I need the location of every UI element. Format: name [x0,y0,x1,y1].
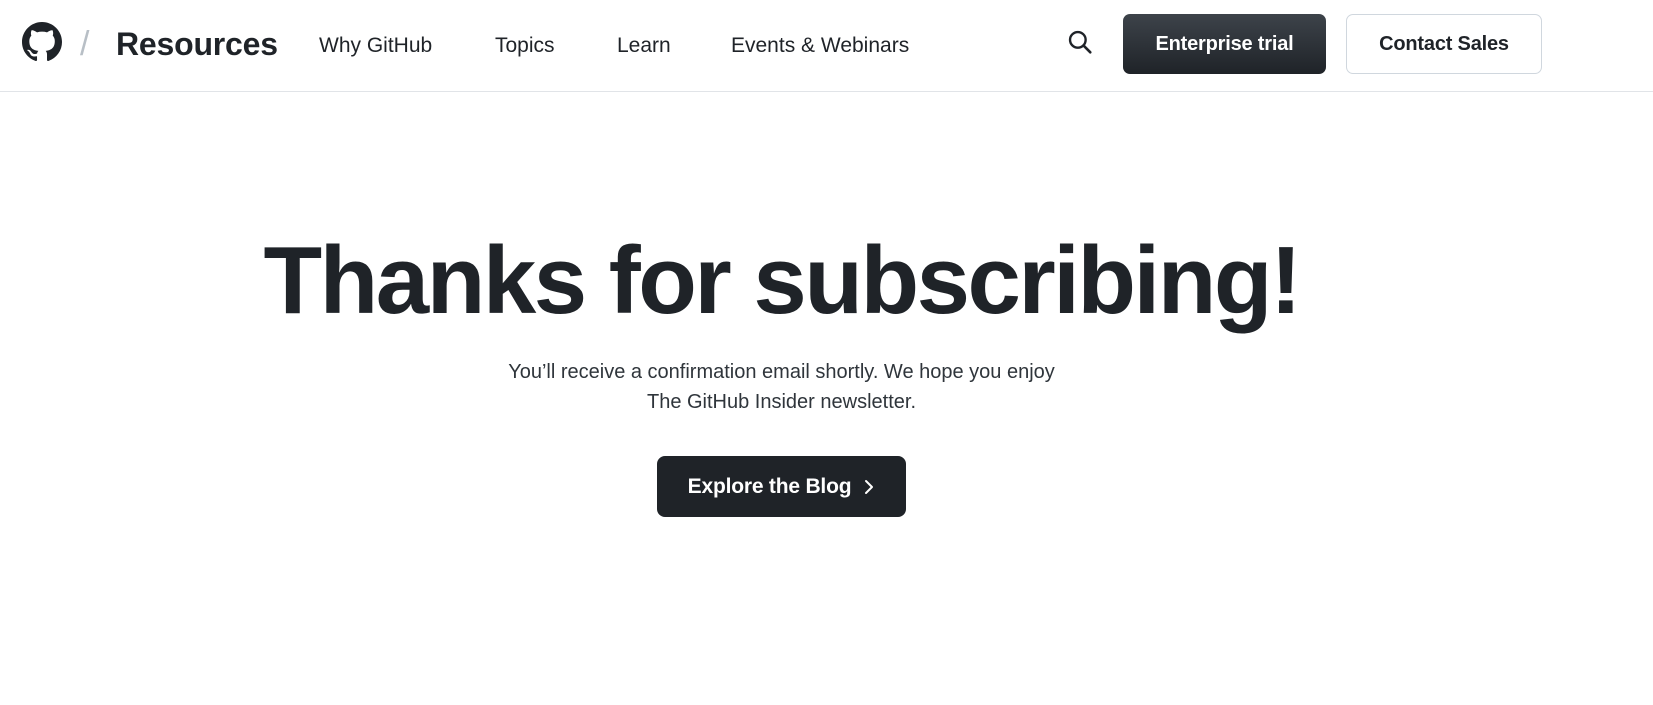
breadcrumb-separator: / [80,25,90,63]
resources-home-link[interactable]: Resources [116,24,278,64]
confirmation-message: You’ll receive a confirmation email shor… [0,357,1563,417]
search-button[interactable] [1064,26,1096,58]
explore-blog-label: Explore the Blog [687,474,852,498]
github-mark-icon [22,22,62,62]
nav-learn[interactable]: Learn [617,33,671,59]
search-icon [1068,30,1092,54]
confirmation-message-line-1: You’ll receive a confirmation email shor… [508,361,1055,383]
nav-topics[interactable]: Topics [495,33,555,59]
site-header: / Resources Why GitHub Topics Learn Even… [0,0,1653,92]
nav-events-webinars[interactable]: Events & Webinars [731,33,909,59]
nav-why-github[interactable]: Why GitHub [319,33,432,59]
enterprise-trial-button[interactable]: Enterprise trial [1123,14,1326,74]
page-title: Thanks for subscribing! [263,227,1302,334]
contact-sales-button[interactable]: Contact Sales [1346,14,1542,74]
explore-blog-button[interactable]: Explore the Blog [657,456,906,517]
chevron-right-icon [863,479,875,495]
confirmation-message-line-2: The GitHub Insider newsletter. [646,391,916,413]
github-logo-icon[interactable] [22,22,62,62]
